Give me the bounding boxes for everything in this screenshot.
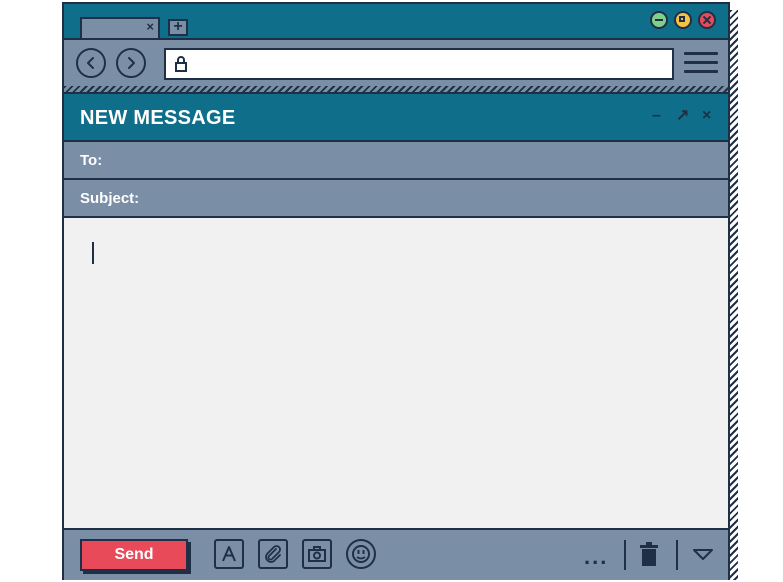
message-minimize-icon[interactable]: – (652, 108, 661, 124)
window-shadow (730, 10, 738, 580)
chevron-right-icon (128, 57, 135, 69)
message-header: NEW MESSAGE – ↗ × (64, 94, 728, 142)
lock-icon (175, 56, 187, 72)
address-input[interactable] (194, 54, 668, 76)
camera-icon (308, 546, 326, 562)
chevron-left-icon (87, 57, 94, 69)
paperclip-icon (265, 545, 281, 563)
emoji-icon (352, 545, 370, 563)
trash-icon[interactable] (638, 542, 660, 568)
address-bar[interactable] (164, 48, 674, 80)
more-options-button[interactable]: ... (584, 544, 608, 570)
tab-close-icon[interactable]: × (146, 20, 154, 34)
attach-file-button[interactable] (258, 539, 288, 569)
to-field[interactable]: To: (64, 142, 728, 180)
window-maximize-button[interactable] (674, 11, 692, 29)
to-input[interactable] (154, 148, 718, 174)
insert-photo-button[interactable] (302, 539, 332, 569)
subject-label: Subject: (80, 190, 140, 207)
browser-window: × + NEW MESSAGE – ↗ × To: Subject: Send … (62, 2, 730, 580)
toolbar-divider (624, 540, 626, 570)
to-label: To: (80, 152, 103, 169)
window-minimize-button[interactable] (650, 11, 668, 29)
divider-hatch (64, 86, 728, 94)
back-button[interactable] (76, 48, 106, 78)
message-title: NEW MESSAGE (80, 107, 236, 129)
toolbar-divider (676, 540, 678, 570)
forward-button[interactable] (116, 48, 146, 78)
new-tab-button[interactable]: + (168, 19, 188, 36)
navigation-bar (64, 38, 728, 86)
hamburger-menu-icon[interactable] (684, 52, 718, 78)
message-body-editor[interactable] (64, 218, 728, 530)
subject-input[interactable] (154, 186, 718, 212)
text-cursor (92, 242, 94, 264)
browser-titlebar: × + (64, 4, 728, 38)
window-close-button[interactable] (698, 11, 716, 29)
insert-emoji-button[interactable] (346, 539, 376, 569)
message-expand-icon[interactable]: ↗ (676, 108, 689, 124)
browser-tab[interactable]: × (80, 17, 160, 38)
compose-toolbar: Send ... (64, 530, 728, 580)
text-format-icon (222, 546, 236, 562)
message-close-icon[interactable]: × (702, 108, 711, 124)
subject-field[interactable]: Subject: (64, 180, 728, 218)
chevron-down-icon[interactable] (692, 548, 714, 562)
send-button[interactable]: Send (80, 539, 188, 571)
format-text-button[interactable] (214, 539, 244, 569)
